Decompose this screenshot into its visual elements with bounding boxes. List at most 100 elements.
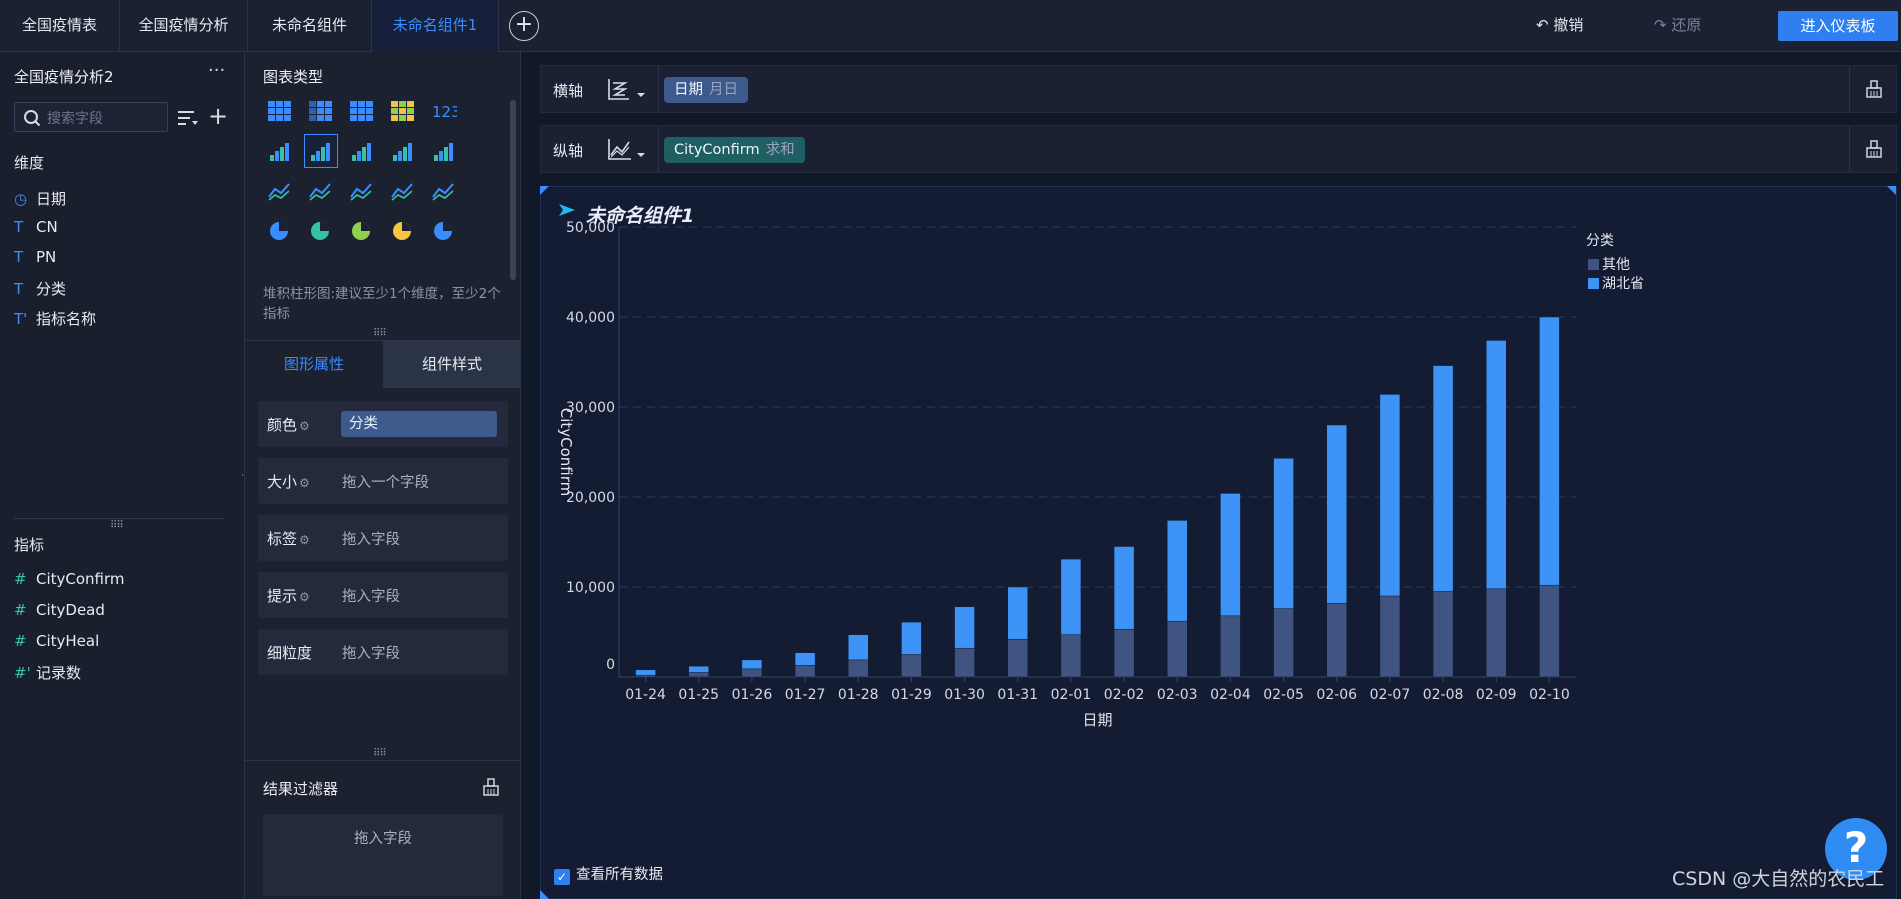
- property-label: 颜色: [267, 416, 298, 434]
- undo-button[interactable]: ↶ 撤销: [1536, 14, 1583, 35]
- divider: [658, 126, 659, 172]
- bar-segment: [1432, 365, 1454, 592]
- y-axis-shelf[interactable]: 纵轴 CityConfirm 求和: [540, 125, 1897, 173]
- legend-label: 其他: [1602, 257, 1630, 273]
- grouped-table-icon[interactable]: [304, 94, 338, 128]
- tab-unnamed-component[interactable]: 未命名组件: [248, 0, 372, 52]
- tab-unnamed-component-1[interactable]: 未命名组件1: [372, 0, 499, 52]
- stacked-bar-icon[interactable]: [304, 134, 338, 168]
- tab-national-epidemic-table[interactable]: 全国疫情表: [0, 0, 120, 52]
- checkbox-checked-icon[interactable]: ✓: [554, 869, 570, 885]
- bar-segment: [1113, 546, 1135, 630]
- bar-segment: [1379, 394, 1401, 597]
- size-property-row[interactable]: 大小 ⚙ 拖入一个字段: [258, 458, 508, 504]
- metric-item[interactable]: #' 记录数: [14, 662, 81, 683]
- dimension-item[interactable]: T PN: [14, 248, 56, 266]
- bar-segment: [848, 659, 869, 678]
- tab-graphic-properties[interactable]: 图形属性: [245, 341, 383, 388]
- cross-table-icon[interactable]: [263, 94, 297, 128]
- x-tick-label: 01-27: [785, 687, 826, 703]
- detail-table-icon[interactable]: [345, 94, 379, 128]
- multi-line-icon[interactable]: [263, 174, 297, 208]
- add-field-icon[interactable]: +: [208, 102, 228, 130]
- resize-handle-icon[interactable]: ⠿⠿: [110, 520, 124, 531]
- bar-segment: [1326, 424, 1347, 604]
- gear-icon[interactable]: ⚙: [299, 419, 310, 433]
- filter-drop-zone[interactable]: 拖入字段: [263, 814, 503, 896]
- metric-item[interactable]: # CityHeal: [14, 632, 99, 650]
- range-bar-icon[interactable]: [427, 134, 461, 168]
- x-axis-shelf[interactable]: 横轴 日期 月日: [540, 65, 1897, 113]
- pie-icon[interactable]: [263, 214, 297, 248]
- y-tick-label: 0: [606, 657, 615, 673]
- tooltip-property-row[interactable]: 提示 ⚙ 拖入字段: [258, 572, 508, 618]
- gear-icon[interactable]: ⚙: [299, 476, 310, 490]
- y-axis-type-icon[interactable]: [607, 137, 649, 163]
- resize-handle-icon[interactable]: ⠿⠿: [373, 748, 387, 759]
- gear-icon[interactable]: ⚙: [299, 590, 310, 604]
- search-icon: [24, 110, 41, 127]
- metric-item[interactable]: # CityConfirm: [14, 570, 125, 588]
- donut-icon[interactable]: [345, 214, 379, 248]
- show-all-data-checkbox[interactable]: ✓ 查看所有数据: [554, 863, 663, 885]
- kpi-number-icon[interactable]: 123: [427, 94, 461, 128]
- combo-line-icon-glyph: [309, 183, 331, 201]
- x-axis-type-icon[interactable]: [607, 77, 649, 103]
- stacked-bar-icon-glyph: [311, 143, 330, 161]
- x-axis-label: 横轴: [553, 82, 584, 100]
- combo-line-icon[interactable]: [304, 174, 338, 208]
- label-property-row[interactable]: 标签 ⚙ 拖入字段: [258, 515, 508, 561]
- property-tabs: 图形属性 组件样式: [245, 340, 521, 388]
- gauge-icon[interactable]: [427, 174, 461, 208]
- y-tick-label: 40,000: [566, 310, 615, 326]
- property-label: 大小: [267, 473, 298, 491]
- legend-swatch: [1588, 259, 1599, 270]
- bar-segment: [794, 665, 816, 678]
- metric-item[interactable]: # CityDead: [14, 601, 105, 619]
- bar-segment: [1486, 588, 1507, 678]
- color-field-chip[interactable]: 分类: [341, 411, 497, 437]
- grouped-bar-icon-glyph: [352, 143, 371, 161]
- area-line-icon[interactable]: [386, 174, 420, 208]
- y-tick-label: 10,000: [566, 580, 615, 596]
- redo-button[interactable]: ↷ 还原: [1654, 14, 1701, 35]
- y-axis-field-chip[interactable]: CityConfirm 求和: [664, 137, 805, 163]
- add-tab-button[interactable]: +: [509, 11, 539, 41]
- bar-segment: [1432, 591, 1454, 678]
- metric-label: CityConfirm: [36, 570, 125, 588]
- clear-axis-icon[interactable]: [1864, 139, 1884, 159]
- scatter-icon[interactable]: [386, 214, 420, 248]
- stacked-horizontal-bar-icon[interactable]: [386, 134, 420, 168]
- more-icon[interactable]: ···: [208, 60, 225, 81]
- radar-icon[interactable]: [345, 174, 379, 208]
- rose-pie-icon[interactable]: [304, 214, 338, 248]
- granularity-property-row[interactable]: 细粒度 拖入字段: [258, 629, 508, 675]
- color-property-row[interactable]: 颜色 ⚙ 分类: [258, 401, 508, 447]
- drop-placeholder: 拖入字段: [342, 532, 400, 548]
- search-input[interactable]: 搜索字段: [14, 102, 168, 132]
- heatmap-table-icon[interactable]: [386, 94, 420, 128]
- dimension-item[interactable]: T CN: [14, 218, 58, 236]
- dimension-item[interactable]: T' 指标名称: [14, 308, 96, 329]
- x-axis-field-chip[interactable]: 日期 月日: [664, 77, 748, 103]
- gear-icon[interactable]: ⚙: [299, 533, 310, 547]
- property-label: 细粒度: [267, 644, 313, 662]
- enter-dashboard-button[interactable]: 进入仪表板: [1778, 11, 1898, 41]
- sort-fields-icon[interactable]: [176, 108, 200, 128]
- resize-handle-icon[interactable]: ⠿⠿: [373, 328, 387, 339]
- horizontal-bar-icon[interactable]: [263, 134, 297, 168]
- bar-segment: [848, 634, 869, 661]
- clear-axis-icon[interactable]: [1864, 79, 1884, 99]
- dimension-item[interactable]: T 分类: [14, 278, 66, 299]
- bubble-icon[interactable]: [427, 214, 461, 248]
- metrics-heading: 指标: [14, 536, 45, 554]
- chart-component[interactable]: 未命名组件1 0 10,000 20,000 30,000 40,000 50,000 01…: [540, 186, 1897, 899]
- clear-filter-icon[interactable]: [481, 777, 501, 797]
- tab-component-style[interactable]: 组件样式: [383, 341, 521, 388]
- stacked-horizontal-bar-icon-glyph: [393, 143, 412, 161]
- dimension-item[interactable]: ◷ 日期: [14, 188, 66, 209]
- bar-segment: [1007, 638, 1028, 678]
- chart-type-scrollbar[interactable]: [510, 100, 516, 280]
- grouped-bar-icon[interactable]: [345, 134, 379, 168]
- tab-national-epidemic-analysis[interactable]: 全国疫情分析: [120, 0, 248, 52]
